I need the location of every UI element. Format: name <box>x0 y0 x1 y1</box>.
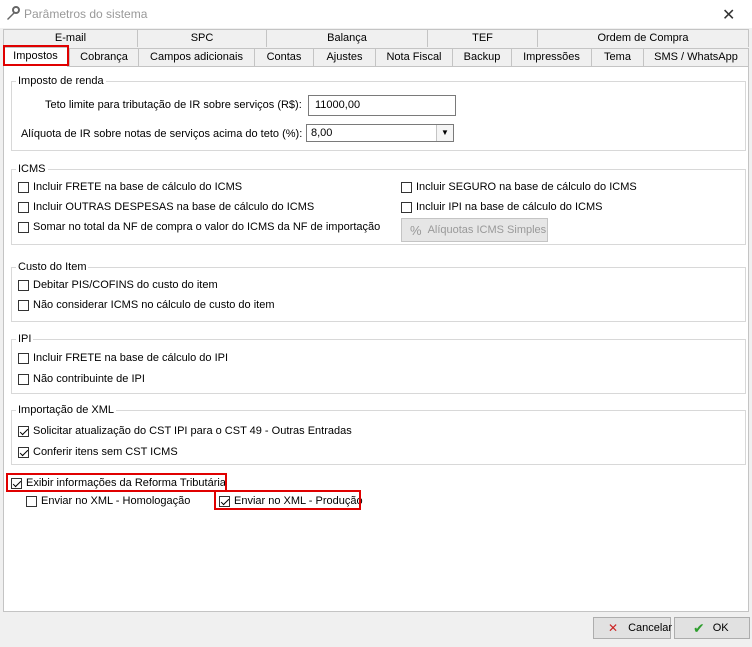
title-bar: Parâmetros do sistema ✕ <box>0 0 752 28</box>
teto-label: Teto limite para tributação de IR sobre … <box>45 99 302 111</box>
checkbox-ipi-frete[interactable]: Incluir FRETE na base de cálculo do IPI <box>18 351 228 365</box>
aliquota-select-value: 8,00 <box>311 127 333 139</box>
checkbox-label: Incluir SEGURO na base de cálculo do ICM… <box>416 181 637 193</box>
checkbox-box-checked[interactable] <box>18 425 29 437</box>
tools-icon <box>7 6 20 20</box>
checkbox-box[interactable] <box>18 352 29 364</box>
checkbox-label: Somar no total da NF de compra o valor d… <box>33 221 381 233</box>
tab-email[interactable]: E-mail <box>3 29 138 47</box>
checkbox-label: Conferir itens sem CST ICMS <box>33 446 178 458</box>
window-title: Parâmetros do sistema <box>24 7 148 21</box>
tab-impostos[interactable]: Impostos <box>3 47 68 67</box>
checkbox-label: Incluir FRETE na base de cálculo do ICMS <box>33 181 243 193</box>
checkbox-label: Enviar no XML - Homologação <box>41 495 191 507</box>
checkbox-debitar-pis-cofins[interactable]: Debitar PIS/COFINS do custo do item <box>18 278 218 292</box>
cancel-button-label: Cancelar <box>628 622 673 634</box>
checkbox-label: Debitar PIS/COFINS do custo do item <box>33 279 218 291</box>
group-title-custo: Custo do Item <box>16 261 89 273</box>
checkbox-box[interactable] <box>18 221 29 233</box>
group-title-icms: ICMS <box>16 163 48 175</box>
checkbox-box[interactable] <box>18 201 29 213</box>
tab-sms-whatsapp[interactable]: SMS / WhatsApp <box>643 48 749 66</box>
teto-input[interactable]: 11000,00 <box>308 95 456 116</box>
tab-tef[interactable]: TEF <box>427 29 538 47</box>
ok-button-label: OK <box>712 622 729 634</box>
tab-campos-adicionais[interactable]: Campos adicionais <box>138 48 255 66</box>
ok-check-icon: ✔ <box>693 619 705 636</box>
group-title-imposto-renda: Imposto de renda <box>16 75 106 87</box>
checkbox-label: Não contribuinte de IPI <box>33 373 145 385</box>
checkbox-nao-considerar-icms[interactable]: Não considerar ICMS no cálculo de custo … <box>18 298 275 312</box>
tab-tema[interactable]: Tema <box>591 48 644 66</box>
checkbox-label: Enviar no XML - Produção <box>234 495 363 507</box>
tab-ajustes[interactable]: Ajustes <box>313 48 376 66</box>
checkbox-label: Exibir informações da Reforma Tributária <box>26 477 226 489</box>
cancel-button[interactable]: ✕ Cancelar <box>593 617 673 639</box>
chevron-down-icon[interactable]: ▼ <box>436 125 453 141</box>
checkbox-box[interactable] <box>18 181 29 193</box>
checkbox-box[interactable] <box>18 373 29 385</box>
aliquotas-button-label: Alíquotas ICMS Simples <box>427 224 547 236</box>
aliquotas-icms-simples-button[interactable]: % Alíquotas ICMS Simples <box>401 218 548 242</box>
checkbox-icms-outras-despesas[interactable]: Incluir OUTRAS DESPESAS na base de cálcu… <box>18 200 314 214</box>
percent-icon: % <box>410 222 422 238</box>
group-title-xml: Importação de XML <box>16 404 116 416</box>
checkbox-icms-frete[interactable]: Incluir FRETE na base de cálculo do ICMS <box>18 180 242 194</box>
checkbox-enviar-xml-producao[interactable]: Enviar no XML - Produção <box>219 494 363 508</box>
checkbox-label: Incluir IPI na base de cálculo do ICMS <box>416 201 603 213</box>
checkbox-box[interactable] <box>401 181 412 193</box>
checkbox-box-checked[interactable] <box>11 477 22 489</box>
checkbox-box[interactable] <box>26 495 37 507</box>
ok-button[interactable]: ✔ OK <box>674 617 750 639</box>
checkbox-label: Solicitar atualização do CST IPI para o … <box>33 425 352 437</box>
checkbox-box[interactable] <box>18 299 29 311</box>
checkbox-nao-contribuinte-ipi[interactable]: Não contribuinte de IPI <box>18 372 145 386</box>
checkbox-label: Incluir FRETE na base de cálculo do IPI <box>33 352 229 364</box>
group-custo-item <box>11 267 746 322</box>
checkbox-exibir-reforma-tributaria[interactable]: Exibir informações da Reforma Tributária <box>11 476 226 490</box>
checkbox-label: Não considerar ICMS no cálculo de custo … <box>33 299 275 311</box>
checkbox-icms-seguro[interactable]: Incluir SEGURO na base de cálculo do ICM… <box>401 180 637 194</box>
tab-cobranca[interactable]: Cobrança <box>69 48 139 66</box>
checkbox-box[interactable] <box>18 279 29 291</box>
checkbox-conferir-cst-icms[interactable]: Conferir itens sem CST ICMS <box>18 445 178 459</box>
tab-spc[interactable]: SPC <box>137 29 267 47</box>
close-icon[interactable]: ✕ <box>722 5 735 25</box>
tab-backup[interactable]: Backup <box>452 48 512 66</box>
checkbox-label: Incluir OUTRAS DESPESAS na base de cálcu… <box>33 201 315 213</box>
bottom-bar: ✕ Cancelar ✔ OK <box>0 612 752 647</box>
checkbox-icms-somar-importacao[interactable]: Somar no total da NF de compra o valor d… <box>18 220 380 234</box>
cancel-x-icon: ✕ <box>608 621 619 635</box>
tab-ordem-compra[interactable]: Ordem de Compra <box>537 29 749 47</box>
tab-contas[interactable]: Contas <box>254 48 314 66</box>
checkbox-enviar-xml-homologacao[interactable]: Enviar no XML - Homologação <box>26 494 190 508</box>
tab-impressoes[interactable]: Impressões <box>511 48 592 66</box>
checkbox-box-checked[interactable] <box>18 446 29 458</box>
impostos-panel: Imposto de renda Teto limite para tribut… <box>3 66 749 612</box>
aliquota-select[interactable]: 8,00 ▼ <box>306 124 454 142</box>
checkbox-box-checked[interactable] <box>219 495 230 507</box>
group-title-ipi: IPI <box>16 333 34 345</box>
tab-balanca[interactable]: Balança <box>266 29 428 47</box>
checkbox-box[interactable] <box>401 201 412 213</box>
checkbox-solicitar-cst-ipi[interactable]: Solicitar atualização do CST IPI para o … <box>18 424 352 438</box>
checkbox-icms-ipi[interactable]: Incluir IPI na base de cálculo do ICMS <box>401 200 602 214</box>
aliquota-label: Alíquota de IR sobre notas de serviços a… <box>21 128 303 140</box>
tab-nota-fiscal[interactable]: Nota Fiscal <box>375 48 453 66</box>
